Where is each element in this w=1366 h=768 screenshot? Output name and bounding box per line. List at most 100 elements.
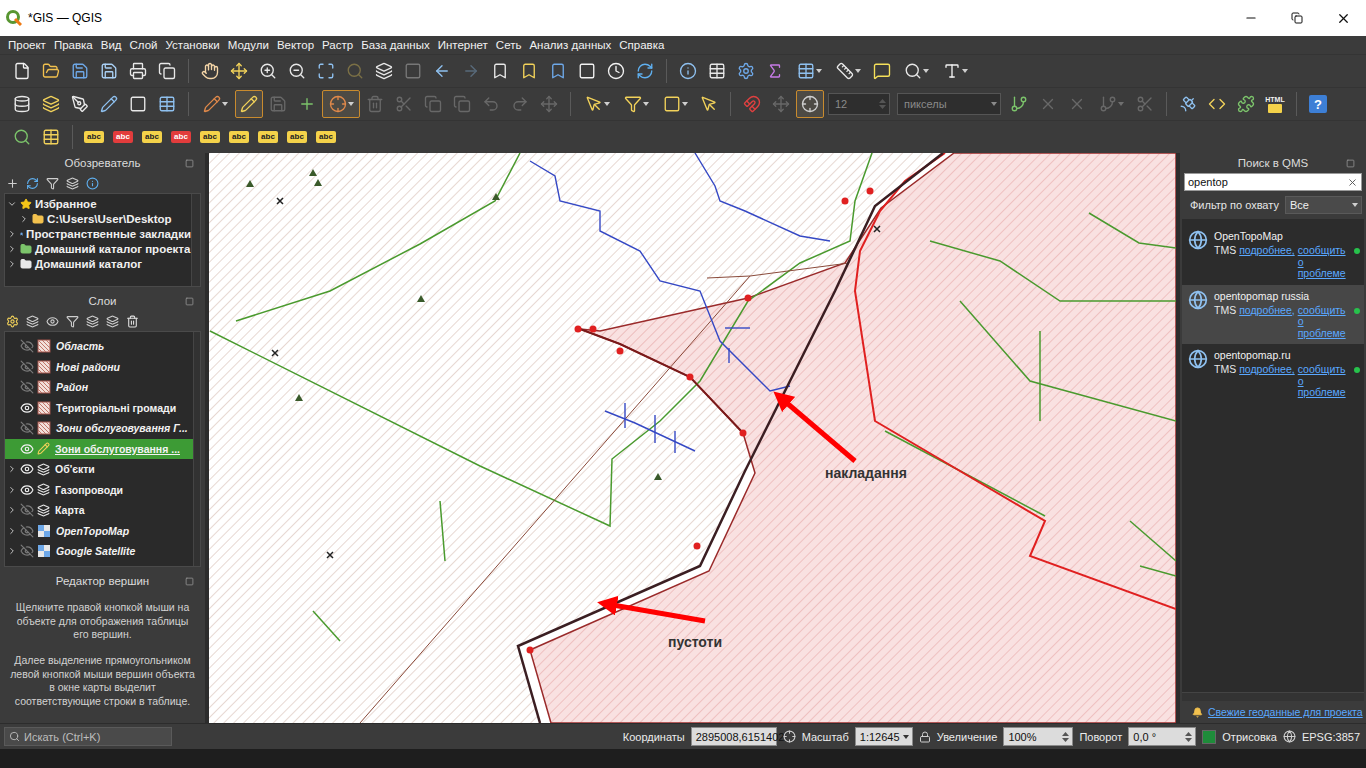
browser-item[interactable]: C:\Users\User\Desktop (5, 211, 191, 226)
qms-search-field[interactable]: opentop (1184, 173, 1362, 191)
print-button[interactable] (124, 57, 152, 85)
menu-item[interactable]: Вид (97, 39, 126, 51)
maptips-button[interactable] (897, 57, 935, 85)
abc-button[interactable]: abc (225, 123, 253, 151)
eye-off-icon[interactable] (20, 360, 34, 374)
crs-icon[interactable] (1283, 730, 1296, 743)
zone-edge-line[interactable] (518, 153, 943, 723)
abc-button[interactable]: abc (312, 123, 340, 151)
eye-off-icon[interactable] (20, 544, 34, 558)
bmblue-button[interactable] (544, 57, 572, 85)
layerdb-button[interactable] (8, 90, 36, 118)
vertex-marker[interactable] (527, 647, 534, 654)
eye-off-icon[interactable] (20, 524, 34, 538)
object-marker[interactable] (417, 295, 425, 302)
layer-row[interactable]: Область (5, 336, 193, 357)
layer-row[interactable]: OpenTopoMap (5, 521, 193, 542)
object-marker[interactable] (246, 180, 254, 187)
pansel-button[interactable] (225, 57, 253, 85)
object-marker[interactable] (309, 169, 317, 176)
vertex-marker[interactable] (687, 374, 694, 381)
menu-item[interactable]: Растр (318, 39, 357, 51)
vertex-marker[interactable] (617, 348, 624, 355)
abc-button[interactable]: abc (138, 123, 166, 151)
python-button[interactable] (1203, 90, 1231, 118)
d7-button[interactable] (535, 90, 563, 118)
layer-row[interactable]: Об'єкти (5, 459, 193, 480)
spin-arrows-icon[interactable] (1062, 731, 1069, 743)
minimize-button[interactable] (1228, 0, 1274, 36)
html-button[interactable]: HTML (1261, 90, 1289, 118)
neighbour-zone-polygon[interactable] (530, 153, 1176, 723)
browser-item[interactable]: Избранное (5, 196, 191, 211)
eye-off-icon[interactable] (20, 503, 34, 517)
expand-all-icon[interactable] (86, 315, 99, 328)
object-marker[interactable] (314, 179, 322, 186)
object-marker[interactable] (295, 394, 303, 401)
clock-button[interactable] (602, 57, 630, 85)
details-link[interactable]: подробнее, (1239, 305, 1295, 317)
disk-button[interactable] (66, 57, 94, 85)
fresh-data-link[interactable]: Свежие геоданные для проекта (1208, 706, 1363, 718)
menu-item[interactable]: Установки (162, 39, 224, 51)
layer-row[interactable]: Google Satellite (5, 541, 193, 562)
menu-item[interactable]: Вектор (273, 39, 318, 51)
file-button[interactable] (8, 57, 36, 85)
expand-arrow[interactable] (7, 464, 17, 474)
browser-item[interactable]: Домашний каталог (5, 256, 191, 271)
browser-item[interactable]: Домашний каталог проекта (5, 241, 191, 256)
text-button[interactable] (936, 57, 974, 85)
expand-arrow[interactable] (19, 214, 29, 224)
magnet-button[interactable] (738, 90, 766, 118)
details-link[interactable]: подробнее, (1239, 245, 1295, 257)
rotation-field[interactable]: 0,0 ° (1128, 727, 1196, 746)
d4-button[interactable] (448, 90, 476, 118)
d6-button[interactable] (506, 90, 534, 118)
identify-button[interactable] (674, 57, 702, 85)
abcred-button[interactable]: abc (109, 123, 137, 151)
qms-result[interactable]: opentopomap.ruTMSподробнее,сообщить о пр… (1182, 344, 1364, 404)
zoomout-button[interactable] (283, 57, 311, 85)
menu-item[interactable]: Модули (224, 39, 273, 51)
d11-button[interactable] (1092, 90, 1130, 118)
zoomnative-button[interactable] (399, 57, 427, 85)
add-icon[interactable] (6, 177, 19, 190)
abc-button[interactable]: abc (254, 123, 282, 151)
qms-result[interactable]: OpenTopoMapTMSподробнее,сообщить о пробл… (1182, 225, 1364, 285)
details-link[interactable]: подробнее, (1239, 364, 1295, 376)
report-link[interactable]: сообщить о проблеме (1298, 305, 1351, 340)
scrollbar[interactable] (193, 332, 200, 566)
eye-icon[interactable] (20, 483, 34, 497)
expand-arrow[interactable] (7, 259, 17, 269)
object-marker[interactable] (492, 193, 500, 200)
table-button[interactable] (790, 57, 828, 85)
edits-button[interactable] (196, 90, 234, 118)
crs-label[interactable]: EPSG:3857 (1302, 731, 1360, 743)
gear-button[interactable] (732, 57, 760, 85)
layer-row[interactable]: Зони обслуговування Г... (5, 418, 193, 439)
satellite-button[interactable] (1174, 90, 1202, 118)
report-link[interactable]: сообщить о проблеме (1298, 245, 1351, 280)
bubble-button[interactable] (868, 57, 896, 85)
expand-arrow[interactable] (7, 244, 17, 254)
menu-item[interactable]: Правка (50, 39, 97, 51)
d3-button[interactable] (419, 90, 447, 118)
menu-item[interactable]: Проект (4, 39, 50, 51)
clear-icon[interactable] (1347, 177, 1358, 188)
layer-row[interactable]: Територіальні громади (5, 398, 193, 419)
folder-button[interactable] (37, 57, 65, 85)
remove-layer-icon[interactable] (126, 315, 139, 328)
pendots-button[interactable] (66, 90, 94, 118)
coordinates-field[interactable]: 2895008,6151402 (691, 727, 777, 746)
saveedits-button[interactable] (264, 90, 292, 118)
vertex-marker[interactable] (867, 188, 874, 195)
d2-button[interactable] (390, 90, 418, 118)
zoomlayer-button[interactable] (370, 57, 398, 85)
vertex-button[interactable] (322, 90, 360, 118)
layer-row[interactable]: Район (5, 377, 193, 398)
select-button[interactable] (578, 90, 616, 118)
layerchart-button[interactable] (153, 90, 181, 118)
magnifier-field[interactable]: 100% (1003, 727, 1073, 746)
float-icon[interactable] (185, 577, 194, 586)
zoomfull-button[interactable] (312, 57, 340, 85)
